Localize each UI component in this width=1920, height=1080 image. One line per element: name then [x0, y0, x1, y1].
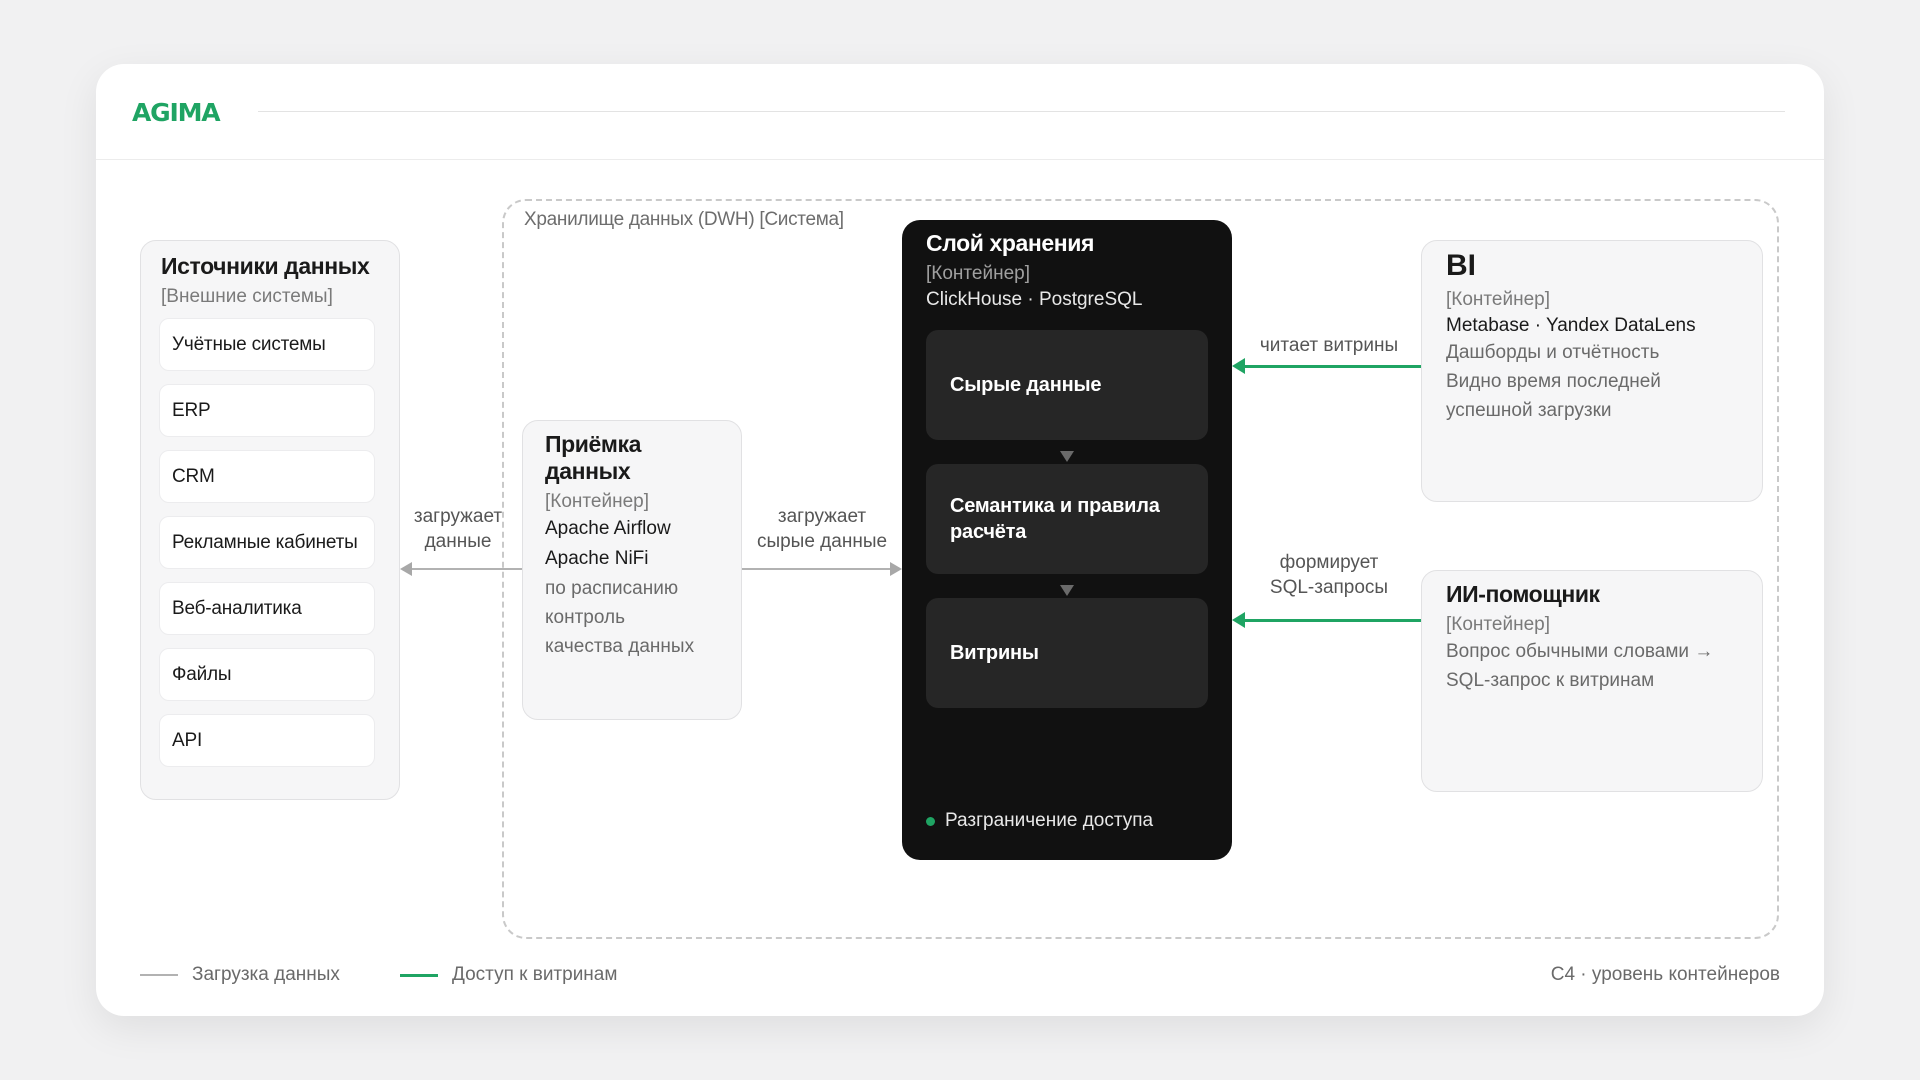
header: AGIMA [96, 64, 1824, 160]
diagram-card: AGIMA Хранилище данных (DWH) [Система] И… [96, 64, 1824, 1016]
source-item-crm: CRM [159, 450, 375, 503]
intake-desc-control: контроль [545, 607, 625, 628]
legend-green-line-icon [400, 973, 438, 977]
sources-subtitle: [Внешние системы] [161, 286, 333, 307]
source-item-files: Файлы [159, 648, 375, 701]
connector-line-intake [742, 568, 890, 570]
intake-subtitle: [Контейнер] [545, 491, 649, 512]
intake-desc-schedule: по расписанию [545, 578, 679, 599]
source-item-ad-accounts: Рекламные кабинеты [159, 516, 375, 569]
storage-subtitle: [Контейнер] [926, 263, 1030, 284]
ai-title: ИИ-помощник [1446, 581, 1600, 607]
intake-title: Приёмка данных [545, 431, 642, 484]
layer-semantics: Семантика и правила расчёта [926, 464, 1208, 574]
intake-tech-nifi: Apache NiFi [545, 548, 649, 569]
bi-box: BI [Контейнер] Metabase · Yandex DataLen… [1421, 240, 1763, 502]
source-item-web-analytics: Веб-аналитика [159, 582, 375, 635]
sources-title: Источники данных [161, 253, 370, 279]
storage-title: Слой хранения [926, 230, 1095, 256]
connector-line-bi [1244, 365, 1421, 368]
bi-title: BI [1446, 249, 1476, 282]
source-item-accounting: Учётные системы [159, 318, 375, 371]
data-sources-box: Источники данных [Внешние системы] Учётн… [140, 240, 400, 800]
access-control: Разграничение доступа [926, 810, 1153, 832]
storage-layer-box: Слой хранения [Контейнер] ClickHouse · P… [902, 220, 1232, 860]
agima-logo: AGIMA [132, 98, 221, 127]
intake-tech-airflow: Apache Airflow [545, 518, 671, 539]
ai-desc-question: Вопрос обычными словами → [1446, 641, 1714, 662]
connector-label-load-data: загружает данные [413, 506, 503, 552]
down-arrow-icon [1060, 585, 1074, 596]
arrowhead-right-icon [890, 562, 902, 576]
source-item-api: API [159, 714, 375, 767]
down-arrow-icon [1060, 451, 1074, 462]
connector-line-ai [1244, 619, 1421, 622]
arrowhead-left-icon [400, 562, 412, 576]
connector-line-sources [410, 568, 522, 570]
data-intake-box: Приёмка данных [Контейнер] Apache Airflo… [522, 420, 742, 720]
storage-tech: ClickHouse · PostgreSQL [926, 289, 1143, 310]
ai-subtitle: [Контейнер] [1446, 614, 1550, 635]
header-divider [258, 111, 1785, 112]
bi-desc-last-load: Видно время последней [1446, 371, 1661, 392]
bi-desc-success: успешной загрузки [1446, 400, 1612, 421]
legend-load: Загрузка данных [140, 964, 340, 986]
status-dot-icon [926, 816, 935, 826]
connector-label-load-raw: загружает сырые данные [756, 506, 888, 552]
layer-raw-data: Сырые данные [926, 330, 1208, 440]
bi-tech: Metabase · Yandex DataLens [1446, 315, 1696, 336]
intake-desc-quality: качества данных [545, 636, 695, 657]
arrowhead-left-green-icon [1232, 358, 1245, 374]
access-label: Разграничение доступа [945, 810, 1154, 831]
legend-load-label: Загрузка данных [192, 964, 340, 985]
c4-level-note: C4 · уровень контейнеров [1550, 964, 1780, 985]
legend-access-label: Доступ к витринам [452, 964, 618, 985]
ai-desc-sql: SQL-запрос к витринам [1446, 670, 1655, 691]
bi-subtitle: [Контейнер] [1446, 289, 1550, 310]
legend-gray-line-icon [140, 974, 178, 976]
source-item-erp: ERP [159, 384, 375, 437]
legend-access: Доступ к витринам [400, 964, 617, 986]
ai-assistant-box: ИИ-помощник [Контейнер] Вопрос обычными … [1421, 570, 1763, 792]
connector-label-forms-sql: формирует SQL-запросы [1269, 552, 1389, 598]
arrowhead-left-green-icon [1232, 612, 1245, 628]
connector-label-reads-marts: читает витрины [1259, 335, 1399, 356]
sources-list: Учётные системы ERP CRM Рекламные кабине… [159, 318, 379, 767]
dwh-label: Хранилище данных (DWH) [Система] [524, 209, 844, 230]
layer-data-marts: Витрины [926, 598, 1208, 708]
bi-desc-dashboards: Дашборды и отчётность [1446, 342, 1660, 363]
